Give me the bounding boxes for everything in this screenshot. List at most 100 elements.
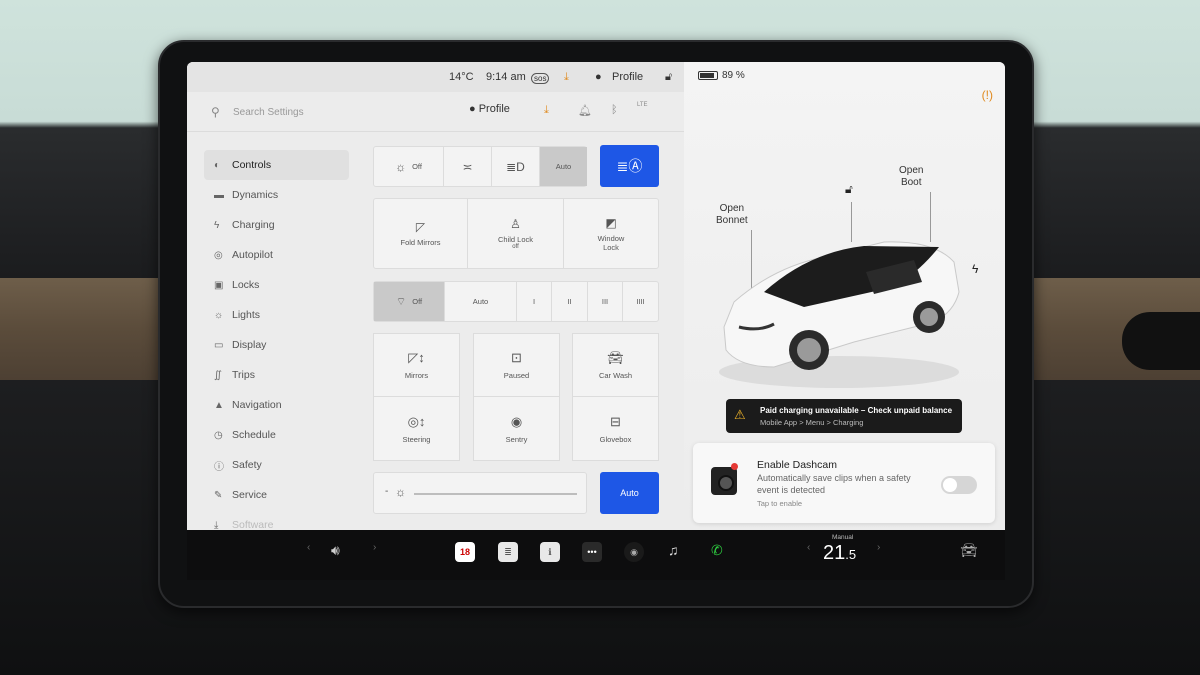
sidebar-item-trips[interactable]: ∬ Trips (204, 360, 349, 390)
bluetooth-icon[interactable]: ᛒ (611, 104, 618, 116)
temp-up-chevron-icon[interactable]: › (877, 542, 880, 553)
trips-icon: ∬ (214, 369, 222, 381)
camera-icon[interactable]: ◉ (624, 542, 644, 562)
air-vent (1122, 312, 1200, 370)
sidebar-item-label: Autopilot (232, 249, 273, 261)
sidebar-item-label: Schedule (232, 429, 276, 441)
sentry-icon: ◉ (510, 413, 523, 429)
sidebar-item-safety[interactable]: ⓘ Safety (204, 450, 349, 480)
sun-icon: ☼ (395, 159, 407, 174)
dashcam-card[interactable]: Enable Dashcam Automatically save clips … (693, 443, 995, 523)
dashcam-button[interactable]: ⊡ Paused (473, 333, 560, 397)
search-input[interactable]: Search Settings (233, 107, 304, 118)
mirror-adjust-icon: ◸↕ (408, 350, 425, 365)
wipers-speed-1-button[interactable]: I (517, 282, 552, 321)
brightness-minus[interactable]: - (385, 486, 388, 497)
sidebar-item-autopilot[interactable]: ◎ Autopilot (204, 240, 349, 270)
sentry-button[interactable]: ◉ Sentry (473, 396, 560, 461)
wipers-speed-4-button[interactable]: IIII (623, 282, 658, 321)
wipers-off-button[interactable]: ⌔ Off (374, 282, 445, 321)
volume-down-chevron-icon[interactable]: ‹ (307, 542, 310, 553)
alert-title: Paid charging unavailable – Check unpaid… (760, 406, 953, 415)
sidebar-item-dynamics[interactable]: ▬ Dynamics (204, 180, 349, 210)
auto-high-beam-icon: ≣Ⓐ (616, 158, 643, 174)
glovebox-label: Glovebox (599, 434, 632, 444)
display-icon: ▭ (214, 339, 224, 351)
car-wash-label: Car Wash (598, 371, 633, 380)
battery-percent: 89 % (722, 70, 745, 81)
brightness-icon: ☼ (395, 485, 406, 499)
wipers-speed-3-button[interactable]: III (588, 282, 623, 321)
more-apps-icon[interactable]: ••• (582, 542, 602, 562)
temp-down-chevron-icon[interactable]: ‹ (807, 542, 810, 553)
steering-wheel-icon: ◎ (214, 249, 223, 261)
window-lock-label: Window Lock (597, 233, 625, 252)
wipers-off-label: Off (412, 297, 423, 306)
car-icon: ▬ (214, 189, 224, 201)
charging-alert[interactable]: ⚠ Paid charging unavailable – Check unpa… (726, 399, 962, 433)
wiper-icon: ⌔ (395, 295, 407, 308)
lock-icon[interactable]: 🔓︎ (665, 71, 672, 84)
download-icon[interactable]: ⤓ (544, 104, 549, 117)
volume-up-chevron-icon[interactable]: › (373, 542, 376, 553)
window-lock-button[interactable]: ◩ Window Lock (564, 199, 658, 268)
child-lock-label: Child Lock (497, 235, 534, 244)
open-boot-button[interactable]: Open Boot (899, 165, 923, 189)
sidebar-item-charging[interactable]: ϟ Charging (204, 210, 349, 240)
dashcam-title: Enable Dashcam (757, 459, 837, 471)
cabin-temperature[interactable]: 21.5 (823, 542, 856, 565)
wipers-speed-2-button[interactable]: II (552, 282, 588, 321)
download-icon[interactable]: ⤓ (564, 71, 569, 84)
mirror-lock-panel: ◸ Fold Mirrors ♙ Child Lock off ◩ Window Loc… (373, 198, 659, 269)
bell-icon[interactable]: 🔔︎ (578, 104, 592, 117)
lights-auto-button[interactable]: Auto (540, 147, 587, 186)
sidebar-item-navigation[interactable]: ▲ Navigation (204, 390, 349, 420)
status-profile[interactable]: Profile (612, 71, 643, 83)
steering-button[interactable]: ◎↕ Steering (373, 396, 460, 461)
auto-high-beam-button[interactable]: ≣Ⓐ (600, 145, 659, 187)
sos-icon[interactable]: sos (531, 73, 550, 84)
charge-port-icon[interactable]: ϟ (972, 262, 978, 276)
car-wash-button[interactable]: 🚘︎ Car Wash (572, 333, 659, 397)
sidebar-item-service[interactable]: ✎ Service (204, 480, 349, 510)
brightness-slider[interactable] (414, 493, 577, 495)
clock-icon: ◷ (214, 429, 223, 441)
headlights-selector: ☼ Off ≍ ≣D Auto (373, 146, 587, 187)
profile-button[interactable]: ● Profile (469, 103, 510, 115)
sun-icon: ☼ (214, 309, 224, 321)
brightness-auto-button[interactable]: Auto (600, 472, 659, 514)
mirrors-button[interactable]: ◸↕ Mirrors (373, 333, 460, 397)
open-bonnet-button[interactable]: Open Bonnet (716, 203, 748, 227)
brightness-auto-label: Auto (620, 488, 639, 498)
glovebox-button[interactable]: ⊟ Glovebox (572, 396, 659, 461)
low-beam-button[interactable]: ≣D (492, 147, 540, 186)
phone-icon[interactable]: ✆ (711, 542, 723, 559)
dashcam-icon (711, 467, 737, 495)
music-icon[interactable]: ♫ (668, 542, 679, 558)
sidebar-item-schedule[interactable]: ◷ Schedule (204, 420, 349, 450)
car-controls-icon[interactable]: 🚘︎ (960, 542, 978, 559)
notes-icon[interactable]: ≣ (498, 542, 518, 562)
lights-off-label: Off (412, 162, 422, 171)
sidebar-item-lights[interactable]: ☼ Lights (204, 300, 349, 330)
tire-pressure-warning-icon[interactable]: (!) (982, 88, 993, 102)
dashcam-status-label: Paused (503, 371, 530, 380)
lights-off-button[interactable]: ☼ Off (374, 147, 444, 186)
fold-mirrors-button[interactable]: ◸ Fold Mirrors (374, 199, 468, 268)
dashcam-toggle[interactable] (941, 476, 977, 494)
parking-lights-button[interactable]: ≍ (444, 147, 492, 186)
sidebar-item-controls[interactable]: ◐ Controls (204, 150, 349, 180)
manual-icon[interactable]: ℹ (540, 542, 560, 562)
sidebar-item-locks[interactable]: ▣ Locks (204, 270, 349, 300)
door-lock-icon[interactable]: 🔓︎ (845, 182, 853, 197)
calendar-icon[interactable]: 18 (455, 542, 475, 562)
search-bar[interactable]: ⚲ Search Settings ● Profile ⤓ 🔔︎ ᛒ LTE (187, 92, 684, 132)
open-boot-label-1: Open (899, 165, 924, 176)
sidebar-item-display[interactable]: ▭ Display (204, 330, 349, 360)
wipers-auto-button[interactable]: Auto (445, 282, 517, 321)
volume-icon[interactable]: 🔊︎ (331, 542, 340, 559)
sidebar-item-software[interactable]: ⤓ Software (204, 510, 349, 530)
profile-icon[interactable]: ● (595, 71, 602, 83)
child-lock-button[interactable]: ♙ Child Lock off (468, 199, 564, 268)
settings-sidebar: ◐ Controls ▬ Dynamics ϟ Charging ◎ Autopilot… (204, 150, 349, 530)
